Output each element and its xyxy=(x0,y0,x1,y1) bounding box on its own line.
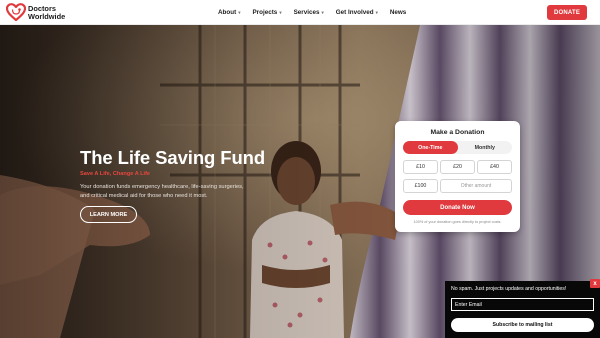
hero-subtitle: Save A Life, Change A Life xyxy=(80,171,151,177)
donation-card: Make a Donation One-Time Monthly £10 £20… xyxy=(395,121,520,232)
donation-card-title: Make a Donation xyxy=(430,129,485,136)
amount-option-10[interactable]: £10 xyxy=(403,160,438,174)
nav-item-get-involved[interactable]: Get Involved ▾ xyxy=(336,9,378,16)
subscribe-button[interactable]: Subscribe to mailing list xyxy=(451,318,594,332)
amount-option-100[interactable]: £100 xyxy=(403,179,438,193)
nav-item-about[interactable]: About ▾ xyxy=(218,9,240,16)
chevron-down-icon: ▾ xyxy=(279,9,282,15)
heart-stethoscope-icon xyxy=(6,3,26,22)
chevron-down-icon: ▾ xyxy=(321,9,324,15)
main-nav: About ▾ Projects ▾ Services ▾ Get Involv… xyxy=(218,0,418,25)
learn-more-button[interactable]: LEARN MORE xyxy=(80,206,137,223)
hero-title: The Life Saving Fund xyxy=(80,147,266,168)
amount-option-40[interactable]: £40 xyxy=(477,160,512,174)
nav-label: Services xyxy=(293,9,320,16)
newsletter-popup: x No spam. Just projects updates and opp… xyxy=(445,279,600,338)
nav-item-projects[interactable]: Projects ▾ xyxy=(252,9,281,16)
email-field[interactable] xyxy=(451,298,594,311)
chevron-down-icon: ▾ xyxy=(375,9,378,15)
site-header: Doctors Worldwide About ▾ Projects ▾ Ser… xyxy=(0,0,600,25)
frequency-toggle: One-Time Monthly xyxy=(403,141,512,154)
donation-note: 100% of your donation goes directly to p… xyxy=(413,220,502,224)
nav-label: Projects xyxy=(252,9,278,16)
amount-option-20[interactable]: £20 xyxy=(440,160,475,174)
donate-now-button[interactable]: Donate Now xyxy=(403,200,512,215)
nav-label: News xyxy=(389,9,407,16)
frequency-monthly-button[interactable]: Monthly xyxy=(458,141,513,154)
logo-line-2: Worldwide xyxy=(28,11,66,21)
nav-label: Get Involved xyxy=(335,9,374,16)
frequency-one-time-button[interactable]: One-Time xyxy=(403,141,458,154)
hero-description: Your donation funds emergency healthcare… xyxy=(80,184,244,199)
logo-wordmark: Doctors Worldwide xyxy=(28,4,66,21)
chevron-down-icon: ▾ xyxy=(238,9,241,15)
nav-item-services[interactable]: Services ▾ xyxy=(294,9,324,16)
newsletter-text: No spam. Just projects updates and oppor… xyxy=(451,286,567,292)
close-icon[interactable]: x xyxy=(590,279,600,288)
header-donate-button[interactable]: DONATE xyxy=(547,5,587,20)
other-amount-input[interactable]: Other amount xyxy=(440,179,512,193)
site-logo[interactable]: Doctors Worldwide xyxy=(6,3,65,22)
nav-label: About xyxy=(218,9,237,16)
nav-item-news[interactable]: News xyxy=(390,9,406,16)
